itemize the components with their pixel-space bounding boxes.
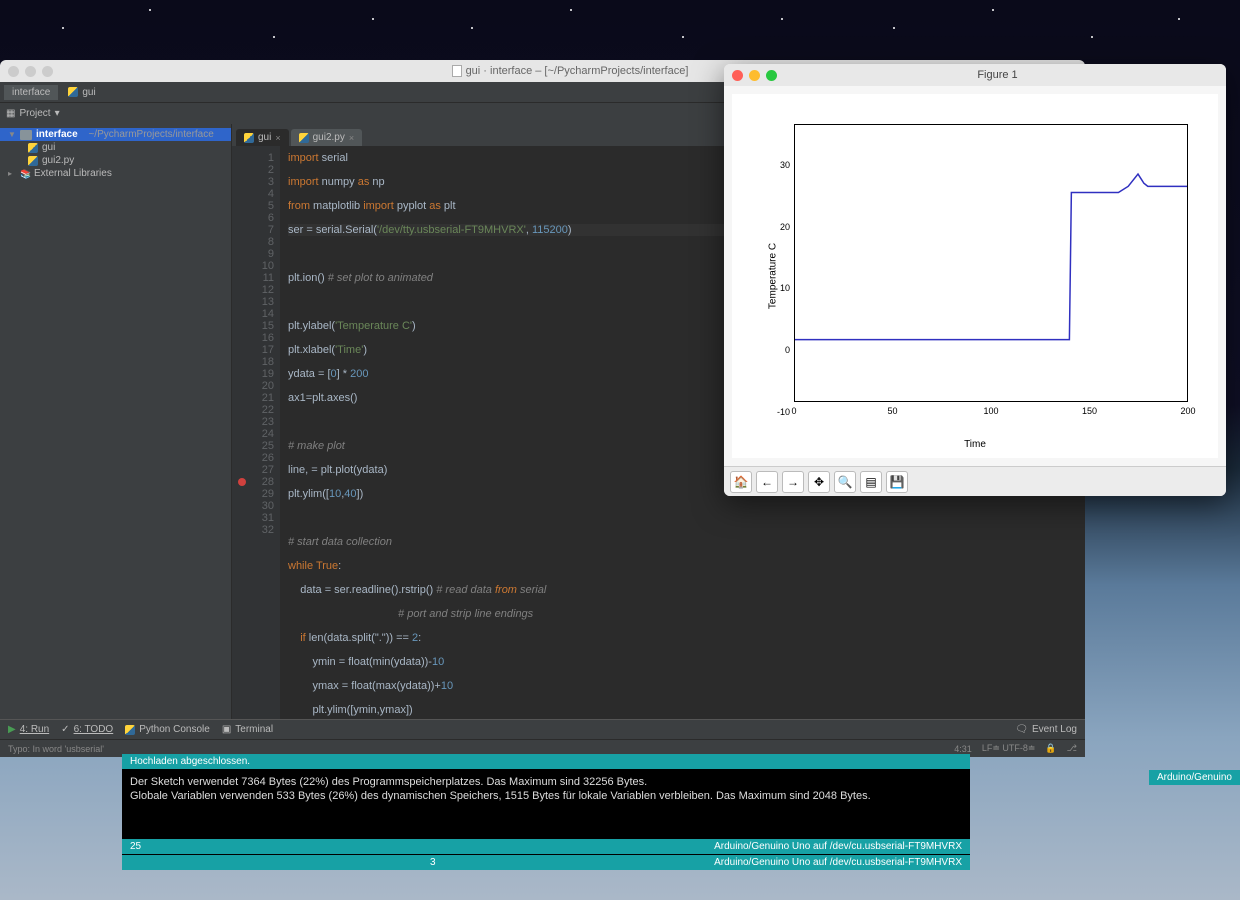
arduino-console: Hochladen abgeschlossen. Der Sketch verw…	[122, 754, 970, 870]
tree-file-gui2[interactable]: gui2.py	[0, 154, 231, 167]
run-icon: ▶	[8, 724, 16, 735]
tool-terminal[interactable]: ▣ Terminal	[222, 724, 273, 735]
traffic-lights[interactable]	[8, 66, 53, 77]
traffic-lights[interactable]	[732, 70, 777, 81]
arduino-output[interactable]: Der Sketch verwendet 7364 Bytes (22%) de…	[122, 769, 970, 839]
forward-button[interactable]: →	[782, 471, 804, 493]
close-icon[interactable]: ×	[349, 133, 354, 143]
encoding[interactable]: LF≐ UTF-8≐	[982, 743, 1036, 754]
line-gutter[interactable]: 1234567891011121314151617181920212223242…	[232, 146, 280, 719]
status-message: Typo: In word 'usbserial'	[8, 744, 104, 754]
close-icon[interactable]: ×	[275, 133, 280, 143]
editor-tab-gui[interactable]: gui×	[236, 129, 289, 146]
arduino-footer: 25 Arduino/Genuino Uno auf /dev/cu.usbse…	[122, 839, 970, 854]
arduino-line: Der Sketch verwendet 7364 Bytes (22%) de…	[130, 775, 962, 789]
figure-canvas[interactable]: Temperature C Time -10010203005010015020…	[732, 94, 1218, 458]
tree-file-gui[interactable]: gui	[0, 141, 231, 154]
project-selector[interactable]: ▦ Project ▾	[6, 108, 60, 119]
python-icon	[28, 143, 38, 153]
editor-tab-gui2[interactable]: gui2.py×	[291, 129, 363, 146]
arduino-footer-2: 3 Arduino/Genuino Uno auf /dev/cu.usbser…	[122, 855, 970, 870]
figure-toolbar: 🏠 ← → ✥ 🔍 ▤ 💾	[724, 466, 1226, 496]
window-title: gui · interface – [~/PycharmProjects/int…	[466, 65, 689, 77]
python-icon	[28, 156, 38, 166]
back-button[interactable]: ←	[756, 471, 778, 493]
zoom-button[interactable]: 🔍	[834, 471, 856, 493]
tree-root[interactable]: ▼ interface ~/PycharmProjects/interface	[0, 128, 231, 141]
x-axis-label: Time	[964, 439, 986, 450]
figure-title: Figure 1	[777, 69, 1218, 81]
home-button[interactable]: 🏠	[730, 471, 752, 493]
plot-area	[794, 124, 1188, 402]
tool-python-console[interactable]: Python Console	[125, 724, 210, 735]
arduino-status: Hochladen abgeschlossen.	[122, 754, 970, 769]
figure-titlebar[interactable]: Figure 1	[724, 64, 1226, 86]
python-icon	[68, 87, 78, 97]
caret-position: 4:31	[954, 744, 972, 754]
project-tree[interactable]: ▼ interface ~/PycharmProjects/interface …	[0, 124, 232, 719]
top-tab-gui[interactable]: gui	[60, 85, 103, 100]
arduino-side-label: Arduino/Genuino	[1149, 770, 1240, 785]
top-tab-interface[interactable]: interface	[4, 85, 58, 100]
folder-icon	[20, 130, 32, 140]
document-icon	[452, 65, 462, 77]
vcs-icon[interactable]: ⎇	[1067, 743, 1077, 754]
python-icon	[299, 133, 309, 143]
library-icon	[20, 169, 30, 179]
arduino-line: Globale Variablen verwenden 533 Bytes (2…	[130, 789, 962, 803]
plot-line	[795, 125, 1187, 401]
tool-todo[interactable]: ✓ 6: TODO	[61, 724, 113, 735]
y-axis-label: Temperature C	[768, 243, 779, 309]
lock-icon[interactable]: 🔒	[1045, 743, 1056, 754]
matplotlib-window: Figure 1 Temperature C Time -10010203005…	[724, 64, 1226, 496]
tool-eventlog[interactable]: 🗨 Event Log	[1015, 724, 1077, 735]
python-icon	[244, 133, 254, 143]
python-icon	[125, 725, 135, 735]
tool-run[interactable]: ▶4: Run	[8, 724, 49, 735]
save-button[interactable]: 💾	[886, 471, 908, 493]
tree-external-libs[interactable]: ▸External Libraries	[0, 167, 231, 180]
subplots-button[interactable]: ▤	[860, 471, 882, 493]
tool-window-bar: ▶4: Run ✓ 6: TODO Python Console ▣ Termi…	[0, 719, 1085, 739]
pan-button[interactable]: ✥	[808, 471, 830, 493]
